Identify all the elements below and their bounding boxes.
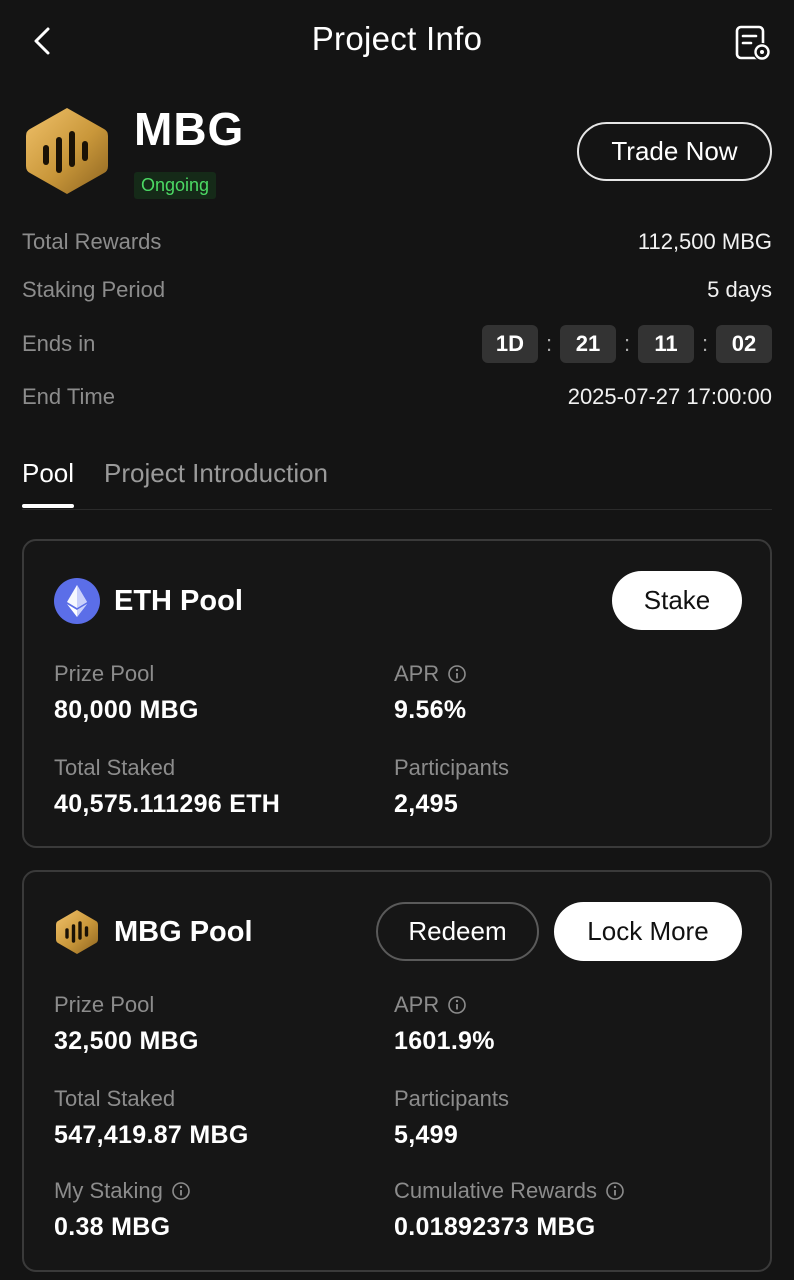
my-staking-label-text: My Staking [54, 1178, 163, 1203]
tab-pool[interactable]: Pool [22, 458, 74, 489]
apr-value: 9.56% [394, 696, 467, 724]
stake-button[interactable]: Stake [612, 571, 742, 630]
project-name: MBG [134, 103, 245, 155]
end-time-label: End Time [22, 384, 115, 409]
active-tab-indicator [22, 504, 74, 508]
countdown-minutes: 11 [638, 325, 694, 363]
info-icon[interactable] [447, 995, 467, 1015]
mbg-pool-card: MBG Pool Redeem Lock More Prize Pool 32,… [22, 870, 772, 1272]
my-staking-label: My Staking [54, 1178, 191, 1204]
ends-in-label: Ends in [22, 331, 96, 356]
countdown-hours: 21 [560, 325, 616, 363]
countdown-seconds: 02 [716, 325, 772, 363]
total-staked-label: Total Staked [54, 1086, 175, 1112]
document-settings-icon[interactable] [732, 22, 774, 64]
total-staked-label: Total Staked [54, 755, 175, 781]
eth-pool-card: ETH Pool Stake Prize Pool 80,000 MBG APR… [22, 539, 772, 848]
tab-divider [22, 509, 772, 510]
cumulative-rewards-value: 0.01892373 MBG [394, 1213, 596, 1241]
apr-label: APR [394, 992, 467, 1018]
participants-label-text: Participants [394, 755, 509, 780]
my-staking-value: 0.38 MBG [54, 1213, 171, 1241]
lock-more-button[interactable]: Lock More [554, 902, 742, 961]
prize-pool-label: Prize Pool [54, 992, 154, 1018]
prize-pool-value: 80,000 MBG [54, 696, 199, 724]
prize-pool-label: Prize Pool [54, 661, 154, 687]
mbg-token-icon [56, 910, 98, 954]
info-icon[interactable] [171, 1181, 191, 1201]
countdown-timer: 1D : 21 : 11 : 02 [481, 325, 772, 363]
countdown-separator: : [701, 331, 709, 356]
mbg-logo-icon [26, 108, 108, 194]
total-staked-value: 40,575.111296 ETH [54, 790, 281, 818]
participants-label-text: Participants [394, 1086, 509, 1111]
end-time-value: 2025-07-27 17:00:00 [567, 384, 772, 409]
total-rewards-label: Total Rewards [22, 229, 162, 254]
trade-now-button[interactable]: Trade Now [577, 122, 772, 181]
apr-value: 1601.9% [394, 1027, 495, 1055]
prize-pool-label-text: Prize Pool [54, 661, 155, 686]
participants-value: 2,495 [394, 790, 459, 818]
staking-period-value: 5 days [707, 277, 772, 302]
cumulative-rewards-label-text: Cumulative Rewards [394, 1178, 597, 1203]
countdown-separator: : [623, 331, 631, 356]
total-staked-label-text: Total Staked [54, 1086, 176, 1111]
info-icon[interactable] [447, 664, 467, 684]
prize-pool-label-text: Prize Pool [54, 992, 155, 1017]
page-title: Project Info [311, 20, 483, 57]
participants-label: Participants [394, 755, 509, 781]
staking-period-label: Staking Period [22, 277, 166, 302]
countdown-days: 1D [481, 325, 538, 363]
prize-pool-value: 32,500 MBG [54, 1027, 199, 1055]
apr-label-text: APR [394, 661, 440, 686]
mbg-pool-title: MBG Pool [114, 916, 253, 948]
apr-label: APR [394, 661, 467, 687]
total-staked-label-text: Total Staked [54, 755, 176, 780]
status-badge: Ongoing [134, 172, 217, 199]
eth-pool-title: ETH Pool [114, 585, 243, 617]
tab-project-introduction[interactable]: Project Introduction [104, 458, 328, 489]
total-rewards-value: 112,500 MBG [637, 229, 772, 254]
apr-label-text: APR [394, 992, 440, 1017]
participants-value: 5,499 [394, 1121, 459, 1149]
total-staked-value: 547,419.87 MBG [54, 1121, 249, 1149]
ethereum-icon [54, 578, 100, 624]
participants-label: Participants [394, 1086, 509, 1112]
info-icon[interactable] [605, 1181, 625, 1201]
redeem-button[interactable]: Redeem [376, 902, 539, 961]
countdown-separator: : [545, 331, 553, 356]
cumulative-rewards-label: Cumulative Rewards [394, 1178, 625, 1204]
